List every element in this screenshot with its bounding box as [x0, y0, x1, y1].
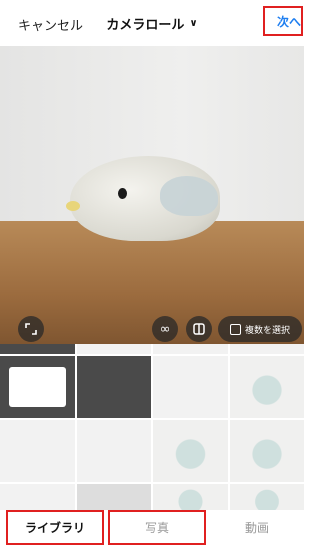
- thumbnail[interactable]: [76, 344, 151, 354]
- expand-icon[interactable]: [18, 316, 44, 342]
- thumbnail[interactable]: [76, 420, 151, 482]
- multi-select-icon: [229, 323, 241, 335]
- thumbnail[interactable]: [153, 420, 228, 482]
- bird-beak: [66, 201, 80, 211]
- thumbnail[interactable]: [229, 420, 304, 482]
- thumbnail[interactable]: [229, 344, 304, 354]
- tab-photo[interactable]: 写真: [108, 510, 206, 545]
- tab-video[interactable]: 動画: [210, 510, 304, 545]
- thumbnail[interactable]: [153, 356, 228, 418]
- multi-select-label: 複数を選択: [244, 325, 290, 336]
- multi-select-button[interactable]: 複数を選択: [218, 316, 302, 342]
- bird-eye: [118, 188, 127, 199]
- photo-preview: [0, 46, 304, 344]
- thumbnail[interactable]: [0, 344, 75, 354]
- album-title: カメラロール: [106, 17, 185, 33]
- chevron-down-icon: ∨: [189, 17, 198, 29]
- thumbnail[interactable]: [0, 356, 75, 418]
- boomerang-icon[interactable]: ∞: [152, 316, 178, 342]
- tab-bar: ライブラリ 写真 動画: [0, 510, 304, 545]
- thumbnail[interactable]: [0, 420, 75, 482]
- cancel-button[interactable]: キャンセル: [18, 15, 83, 34]
- thumbnail[interactable]: [76, 356, 151, 418]
- thumbnail[interactable]: [153, 344, 228, 354]
- dialog-thumbnail: [8, 367, 66, 407]
- photo-grid: [0, 344, 304, 516]
- tab-library[interactable]: ライブラリ: [6, 510, 104, 545]
- album-selector[interactable]: カメラロール ∨: [106, 14, 197, 33]
- bird-wing: [160, 176, 218, 216]
- thumbnail[interactable]: [229, 356, 304, 418]
- next-button[interactable]: 次へ: [263, 6, 303, 36]
- top-bar: キャンセル カメラロール ∨ 次へ: [0, 0, 304, 46]
- layout-icon[interactable]: [186, 316, 212, 342]
